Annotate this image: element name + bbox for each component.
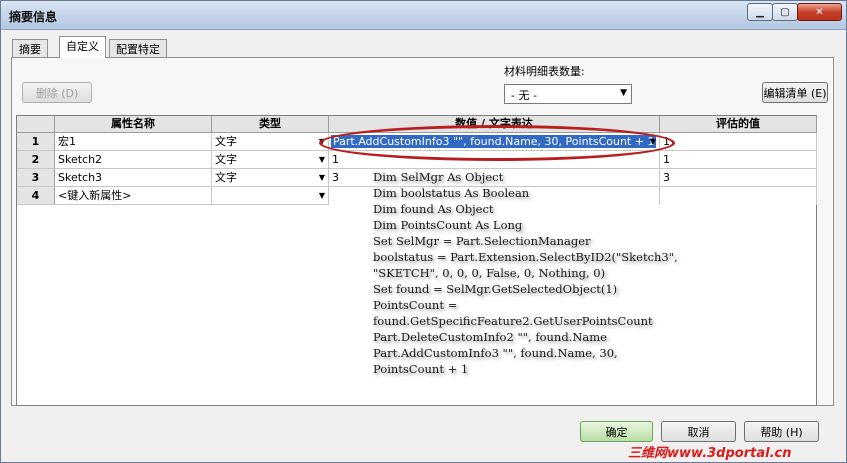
macro-code-overlay: Dim SelMgr As Object Dim boolstatus As B… xyxy=(373,169,678,377)
code-line: PointsCount = xyxy=(373,298,458,312)
maximize-icon: ▢ xyxy=(780,6,790,18)
maximize-button[interactable]: ▢ xyxy=(772,3,798,21)
bom-quantity-value: - 无 - xyxy=(511,89,537,102)
minimize-icon: ▁ xyxy=(756,6,764,18)
row-number: 4 xyxy=(17,187,55,205)
code-line: Dim PointsCount As Long xyxy=(373,218,523,232)
grid-corner xyxy=(17,116,55,133)
type-cell[interactable]: 文字 ▼ xyxy=(212,133,329,151)
code-line: Dim SelMgr As Object xyxy=(373,170,504,184)
cancel-button[interactable]: 取消 xyxy=(661,421,736,442)
evaluated-value-cell: 1 xyxy=(660,133,817,151)
delete-button[interactable]: 删除 (D) xyxy=(22,82,92,103)
window-title: 摘要信息 xyxy=(9,10,58,24)
type-value: 文字 xyxy=(215,135,237,148)
close-button[interactable]: ✕ xyxy=(797,3,842,21)
tab-summary[interactable]: 摘要 xyxy=(12,39,48,57)
row-number: 3 xyxy=(17,169,55,187)
code-line: "SKETCH", 0, 0, 0, False, 0, Nothing, 0) xyxy=(373,266,606,280)
code-line: Set SelMgr = Part.SelectionManager xyxy=(373,234,591,248)
site-watermark: 三维网www.3dportal.cn xyxy=(628,446,792,461)
evaluated-value-cell: 1 xyxy=(660,151,817,169)
chevron-down-icon[interactable]: ▼ xyxy=(319,169,325,186)
code-line: Part.AddCustomInfo3 "", found.Name, 30, xyxy=(373,346,618,360)
summary-info-dialog: 摘要信息 ▁ ▢ ✕ 摘要 自定义 配置特定 删除 (D) 材料明细表数量: -… xyxy=(0,0,847,463)
code-line: found.GetSpecificFeature2.GetUserPointsC… xyxy=(373,314,653,328)
property-name-cell[interactable]: Sketch2 xyxy=(55,151,212,169)
help-button[interactable]: 帮助 (H) xyxy=(744,421,819,442)
bom-quantity-label: 材料明细表数量: xyxy=(504,65,585,78)
chevron-down-icon[interactable]: ▼ xyxy=(319,187,325,204)
header-type: 类型 xyxy=(212,116,329,133)
code-line: Dim found As Object xyxy=(373,202,494,216)
code-line: Part.DeleteCustomInfo2 "", found.Name xyxy=(373,330,607,344)
new-property-cell[interactable]: <键入新属性> xyxy=(55,187,212,205)
tab-custom[interactable]: 自定义 xyxy=(59,36,106,58)
type-value: 文字 xyxy=(215,153,237,166)
header-property-name: 属性名称 xyxy=(55,116,212,133)
type-cell[interactable]: 文字 ▼ xyxy=(212,169,329,187)
tab-config-specific[interactable]: 配置特定 xyxy=(109,39,167,57)
property-name-cell[interactable]: 宏1 xyxy=(55,133,212,151)
chevron-down-icon[interactable]: ▼ xyxy=(319,151,325,168)
ok-button[interactable]: 确定 xyxy=(580,421,653,442)
code-line: Set found = SelMgr.GetSelectedObject(1) xyxy=(373,282,618,296)
evaluated-value-cell: 3 xyxy=(660,169,817,187)
minimize-button[interactable]: ▁ xyxy=(747,3,773,21)
close-icon: ✕ xyxy=(815,6,824,18)
property-name-cell[interactable]: Sketch3 xyxy=(55,169,212,187)
header-evaluated-value: 评估的值 xyxy=(660,116,817,133)
code-line: PointsCount + 1 xyxy=(373,362,469,376)
code-line: Dim boolstatus As Boolean xyxy=(373,186,530,200)
row-number: 2 xyxy=(17,151,55,169)
type-cell[interactable]: ▼ xyxy=(212,187,329,205)
type-cell[interactable]: 文字 ▼ xyxy=(212,151,329,169)
annotation-highlight-ring xyxy=(319,125,675,161)
type-value: 文字 xyxy=(215,171,237,184)
row-number: 1 xyxy=(17,133,55,151)
chevron-down-icon: ▼ xyxy=(620,88,627,98)
code-line: boolstatus = Part.Extension.SelectByID2(… xyxy=(373,250,678,264)
title-bar: 摘要信息 ▁ ▢ ✕ xyxy=(1,1,846,30)
bom-quantity-select[interactable]: - 无 - ▼ xyxy=(504,84,632,104)
edit-list-button[interactable]: 编辑清单 (E) xyxy=(762,82,828,103)
evaluated-value-cell xyxy=(660,187,817,205)
